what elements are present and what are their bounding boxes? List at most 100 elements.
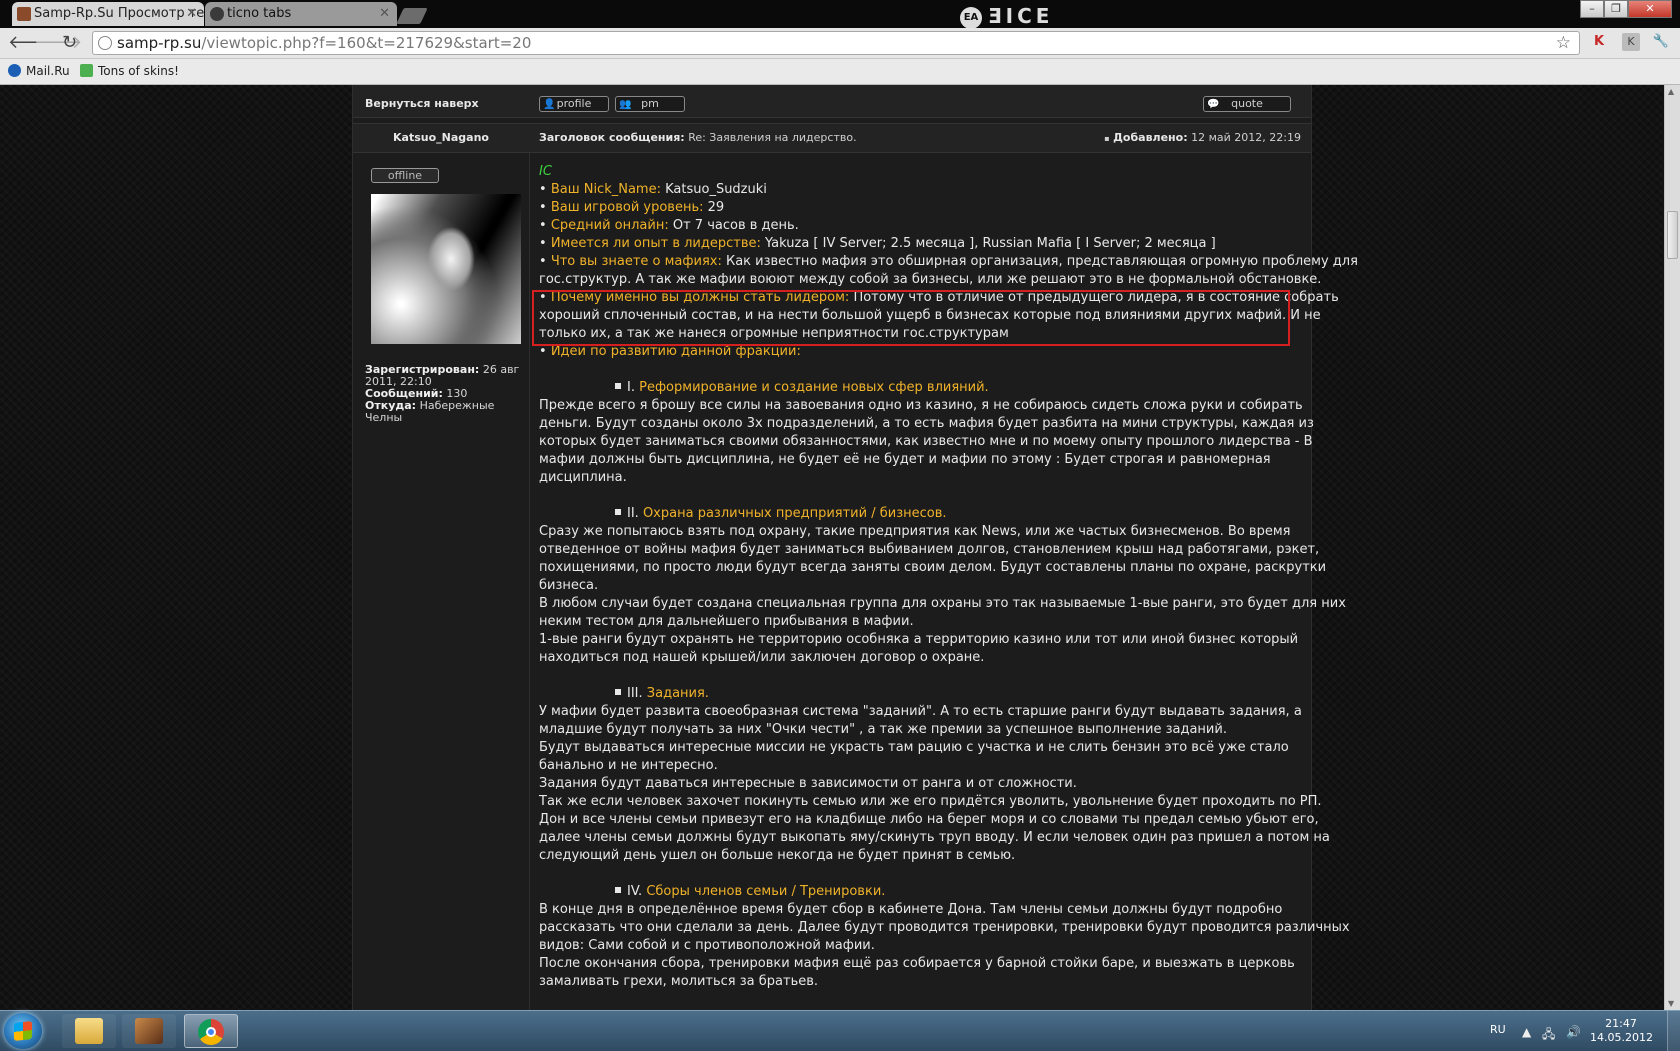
window-logo-text: ƎICE: [988, 4, 1054, 28]
extension-icon[interactable]: K: [1622, 33, 1640, 51]
section-text-line: У мафии будет развита своеобразная систе…: [539, 704, 1302, 719]
keyboard-language[interactable]: RU: [1490, 1023, 1506, 1036]
post-body: IC • Ваш Nick_Name: Katsuo_Sudzuki • Ваш…: [539, 163, 1358, 991]
section-text-line: мафии должны быть дисциплина, не будет е…: [539, 452, 1271, 467]
section-number: III.: [627, 686, 643, 701]
section-heading: IV. Сборы членов семьи / Тренировки.: [539, 883, 1304, 901]
bookmark-star-icon[interactable]: ☆: [1556, 32, 1571, 54]
ideas-sections: I. Реформирование и создание новых сфер …: [539, 379, 1350, 991]
section-text-line: рассказать что они сделали за день. Дале…: [539, 920, 1350, 935]
tab-ticno-tabs[interactable]: ticno tabs ✕: [205, 2, 397, 26]
mailru-icon: [8, 64, 21, 77]
section-text-line: В конце дня в определённое время будет с…: [539, 902, 1283, 917]
browser-toolbar: 🡐 🡒 ↻ samp-rp.su/viewtopic.php?f=160&t=2…: [0, 28, 1680, 59]
field-value: 29: [703, 200, 725, 215]
globe-icon: [98, 36, 112, 50]
close-tab-icon[interactable]: ✕: [186, 2, 197, 26]
author-info-column: offline Зарегистрирован: 26 авг 2011, 22…: [353, 152, 530, 1010]
section-text-line: видов: Сами собой и с противоположной ма…: [539, 938, 875, 953]
show-desktop-button[interactable]: [1667, 1011, 1680, 1051]
user-icon: 👤: [543, 99, 556, 110]
volume-icon[interactable]: 🔊: [1566, 1025, 1581, 1039]
windows-logo-icon: [14, 1021, 32, 1041]
users-icon: 👥: [619, 99, 632, 110]
close-window-button[interactable]: ✕: [1628, 0, 1672, 18]
scrollbar-thumb[interactable]: [1667, 211, 1678, 259]
browser-titlebar: Samp-Rp.Su Просмотр те ✕ ticno tabs ✕ EA…: [0, 0, 1680, 29]
window-controls: – ❐ ✕: [1580, 0, 1672, 18]
vertical-scrollbar[interactable]: ▲ ▼: [1664, 85, 1680, 1010]
speech-bubble-icon: [80, 64, 93, 77]
section-number: I.: [627, 380, 635, 395]
section-title: Задания.: [646, 686, 709, 701]
folder-icon: [75, 1018, 103, 1044]
close-tab-icon[interactable]: ✕: [379, 2, 390, 26]
tab-samp-rp[interactable]: Samp-Rp.Su Просмотр те ✕: [12, 2, 204, 26]
field-nickname: • Ваш Nick_Name: Katsuo_Sudzuki: [539, 182, 767, 197]
new-tab-button[interactable]: [396, 8, 428, 24]
field-value: Как известно мафия это обширная организа…: [721, 254, 1358, 269]
post-link-icon[interactable]: ▪: [1104, 134, 1109, 143]
profile-button[interactable]: 👤 profile: [539, 96, 609, 112]
bookmark-tons-of-skins[interactable]: Tons of skins!: [80, 63, 179, 79]
section-text-line: следующий день ушел он больше некогда не…: [539, 848, 1016, 863]
minimize-button[interactable]: –: [1580, 0, 1604, 18]
field-label: Что вы знаете о мафиях:: [550, 254, 722, 269]
field-label: Ваш Nick_Name:: [550, 182, 661, 197]
highlight-box: [532, 290, 1290, 346]
quote-button[interactable]: 💬 quote: [1203, 96, 1291, 112]
bullet-square-icon: [615, 383, 621, 389]
section-title: Реформирование и создание новых сфер вли…: [639, 380, 989, 395]
field-experience: • Имеется ли опыт в лидерстве: Yakuza [ …: [539, 236, 1216, 251]
back-to-top-link[interactable]: Вернуться наверх: [365, 97, 479, 110]
taskbar-chrome[interactable]: [184, 1014, 238, 1048]
game-character-icon: [135, 1018, 163, 1044]
section-number: II.: [627, 506, 639, 521]
section-text-line: бизнеса.: [539, 578, 599, 593]
address-bar[interactable]: samp-rp.su/viewtopic.php?f=160&t=217629&…: [92, 31, 1580, 55]
kaspersky-extension-icon[interactable]: K: [1590, 33, 1608, 51]
scroll-up-icon[interactable]: ▲: [1668, 87, 1674, 96]
field-level: • Ваш игровой уровень: 29: [539, 200, 725, 215]
field-knows-cont: гос.структур. А так же мафии воюют между…: [539, 272, 1322, 287]
section-heading: I. Реформирование и создание новых сфер …: [539, 379, 1304, 397]
status-badge: offline: [371, 168, 439, 183]
section-text-line: далее члены семьи должны будут выкопать …: [539, 830, 1330, 845]
system-clock[interactable]: 21:47 14.05.2012: [1590, 1017, 1653, 1045]
post-author[interactable]: Katsuo_Nagano: [353, 124, 529, 152]
pm-button[interactable]: 👥 pm: [615, 96, 685, 112]
post-date: ▪ Добавлено: 12 май 2012, 22:19: [1104, 124, 1301, 153]
field-label: Средний онлайн:: [550, 218, 669, 233]
section-text-line: В любом случаи будет создана специальная…: [539, 596, 1346, 611]
profile-button-label: profile: [556, 97, 592, 110]
tray-expand-icon[interactable]: ▲: [1522, 1025, 1531, 1039]
url-path: /viewtopic.php?f=160&t=217629&start=20: [201, 34, 532, 52]
forum-post-container: Вернуться наверх 👤 profile 👥 pm 💬 quote Kat…: [352, 85, 1358, 1010]
taskbar-explorer[interactable]: [62, 1014, 116, 1048]
section-text-line: похищениями, по просто люди будут всегда…: [539, 560, 1327, 575]
wrench-menu-icon[interactable]: 🔧: [1652, 33, 1670, 51]
section-text-line: дисциплина.: [539, 470, 627, 485]
tab-title: ticno tabs: [227, 6, 292, 21]
section-text-line: Дон и все члены семьи привезут его на кл…: [539, 812, 1319, 827]
reload-icon[interactable]: ↻: [62, 33, 77, 53]
field-value: Katsuo_Sudzuki: [660, 182, 767, 197]
bullet-square-icon: [615, 509, 621, 515]
section-title: Охрана различных предприятий / бизнесов.: [642, 506, 947, 521]
section-text-line: неким тестом для дальнейшего прибывания …: [539, 614, 914, 629]
network-icon[interactable]: 🖧: [1542, 1025, 1555, 1046]
start-button[interactable]: [4, 1013, 42, 1049]
maximize-button[interactable]: ❐: [1604, 0, 1628, 18]
scroll-down-icon[interactable]: ▼: [1668, 999, 1674, 1008]
taskbar-game[interactable]: [122, 1014, 176, 1048]
url-host: samp-rp.su: [117, 34, 202, 52]
section-text-line: Так же если человек захочет покинуть сем…: [539, 794, 1322, 809]
section-text-line: находиться под нашей крышей/или заключен…: [539, 650, 985, 665]
bookmark-label: Mail.Ru: [26, 64, 70, 78]
bookmark-mailru[interactable]: Mail.Ru: [8, 63, 70, 79]
ea-logo-icon: EA: [960, 6, 982, 29]
section-text-line: замаливать грехи, молиться за братьев.: [539, 974, 819, 989]
section-text-line: которых будет заниматься своими обязанно…: [539, 434, 1313, 449]
quote-bubble-icon: 💬: [1207, 99, 1220, 110]
section-text-line: После окончания сбора, тренировки мафия …: [539, 956, 1295, 971]
